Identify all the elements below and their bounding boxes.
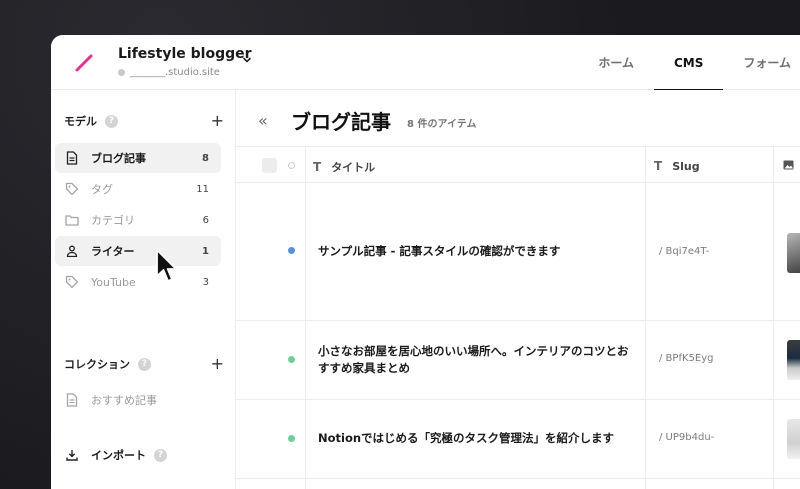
text-type-icon: T <box>313 160 322 174</box>
collections-heading-label: コレクション <box>64 358 130 371</box>
mouse-pointer-icon <box>156 249 177 282</box>
status-dot-published <box>288 247 295 254</box>
main-content: « ブログ記事 8 件のアイテム T タイトル T Slug サンプル記事 - … <box>236 90 800 489</box>
document-icon <box>65 393 79 407</box>
download-icon <box>65 448 79 462</box>
column-header-label: タイトル <box>331 161 376 174</box>
top-bar: Lifestyle blogger _______.studio.site ホー… <box>51 35 800 91</box>
folder-icon <box>65 213 79 227</box>
sidebar-item-youtube[interactable]: YouTube 3 <box>55 267 221 297</box>
row-title[interactable]: Notionではじめる「究極のタスク管理法」を紹介します <box>318 430 638 447</box>
column-header-label: Slug <box>672 159 700 173</box>
row-thumbnail[interactable] <box>787 233 800 273</box>
document-icon <box>65 151 79 165</box>
chevron-down-icon[interactable] <box>242 55 252 65</box>
help-icon[interactable]: ? <box>105 114 118 128</box>
sidebar-item-label: タグ <box>91 183 113 196</box>
row-slug[interactable]: / Bqi7e4T- <box>659 246 709 257</box>
sidebar-item-label: おすすめ記事 <box>91 394 157 407</box>
row-thumbnail[interactable] <box>787 419 800 459</box>
row-title[interactable]: サンプル記事 - 記事スタイルの確認ができます <box>318 243 638 260</box>
tag-icon <box>65 275 79 289</box>
sidebar-item-blog-posts[interactable]: ブログ記事 8 <box>55 143 221 173</box>
item-count-badge: 1 <box>202 245 209 257</box>
sidebar-item-label: ブログ記事 <box>91 152 146 165</box>
person-icon <box>65 244 79 258</box>
import-label: インポート <box>91 449 146 462</box>
collections-heading: コレクション ? + <box>64 355 224 373</box>
select-all-checkbox[interactable] <box>262 158 277 173</box>
studio-logo-icon <box>75 54 93 72</box>
tab-form[interactable]: フォーム <box>723 35 800 90</box>
table-header: T タイトル T Slug <box>236 146 800 183</box>
status-dot-draft <box>288 356 295 363</box>
table-row[interactable]: 小さなお部屋を居心地のいい場所へ。インテリアのコツとおすすめ家具まとめ / BP… <box>236 321 800 400</box>
row-thumbnail[interactable] <box>787 340 800 380</box>
tab-cms[interactable]: CMS <box>653 35 724 91</box>
column-header-title[interactable]: T タイトル <box>313 159 375 175</box>
site-status-dot <box>118 69 125 76</box>
page-title: ブログ記事 <box>291 110 391 134</box>
item-count-badge: 6 <box>202 214 209 226</box>
text-type-icon: T <box>654 159 663 173</box>
collapse-sidebar-icon[interactable]: « <box>258 111 268 130</box>
item-count-badge: 8 <box>202 152 209 164</box>
status-column-icon <box>288 162 295 169</box>
help-icon[interactable]: ? <box>138 357 151 371</box>
status-dot-draft <box>288 435 295 442</box>
item-count-badge: 3 <box>202 276 209 288</box>
sidebar-item-label: カテゴリ <box>91 214 135 227</box>
item-count-badge: 11 <box>196 183 209 195</box>
sidebar-item-featured[interactable]: おすすめ記事 <box>55 385 221 415</box>
tag-icon <box>65 182 79 196</box>
row-slug[interactable]: / UP9b4du- <box>659 432 714 443</box>
item-count: 8 件のアイテム <box>407 119 477 130</box>
table-row[interactable]: サンプル記事 - 記事スタイルの確認ができます / Bqi7e4T- <box>236 183 800 321</box>
sidebar: モデル ? + ブログ記事 8 タグ 11 カテゴリ 6 ライター 1 YouT… <box>51 90 236 489</box>
row-slug[interactable]: / BPfK5Eyg <box>659 353 713 364</box>
sidebar-item-label: YouTube <box>91 275 136 289</box>
tab-home[interactable]: ホーム <box>578 35 654 90</box>
sidebar-item-tags[interactable]: タグ 11 <box>55 174 221 204</box>
sidebar-item-label: ライター <box>91 245 135 258</box>
top-tabs: ホーム CMS フォーム <box>578 35 800 91</box>
table-row[interactable]: Notionではじめる「究極のタスク管理法」を紹介します / UP9b4du- <box>236 400 800 479</box>
import-button[interactable]: インポート ? <box>55 440 221 470</box>
project-name[interactable]: Lifestyle blogger <box>118 46 252 62</box>
models-heading-label: モデル <box>64 115 97 128</box>
add-collection-button[interactable]: + <box>211 356 224 372</box>
sidebar-item-writer[interactable]: ライター 1 <box>55 236 221 266</box>
project-url-text: _______.studio.site <box>130 67 220 78</box>
sidebar-item-categories[interactable]: カテゴリ 6 <box>55 205 221 235</box>
help-icon[interactable]: ? <box>154 448 167 462</box>
image-type-icon[interactable] <box>783 160 794 170</box>
column-header-slug[interactable]: T Slug <box>654 159 700 173</box>
project-url: _______.studio.site <box>118 67 220 78</box>
add-model-button[interactable]: + <box>211 113 224 129</box>
row-title[interactable]: 小さなお部屋を居心地のいい場所へ。インテリアのコツとおすすめ家具まとめ <box>318 343 638 377</box>
models-heading: モデル ? + <box>64 112 224 130</box>
